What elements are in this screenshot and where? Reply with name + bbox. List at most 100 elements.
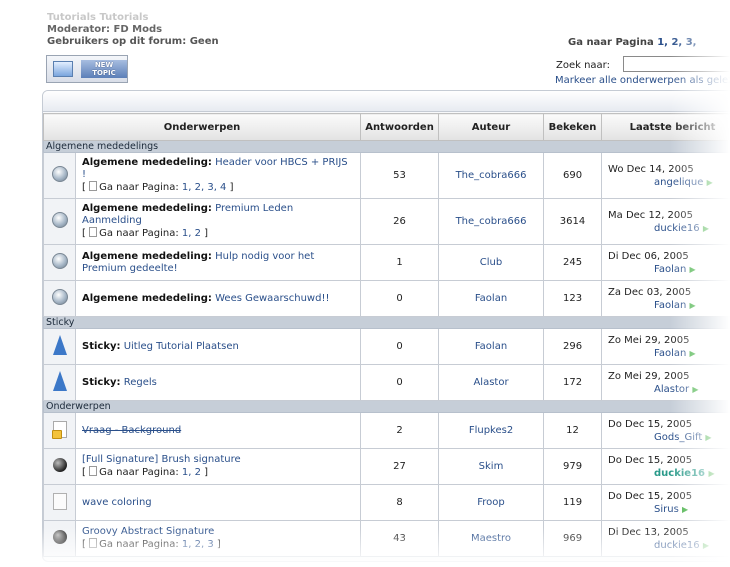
author-link[interactable]: Skim: [438, 448, 545, 485]
last-post-user-name[interactable]: Sirus: [654, 504, 679, 515]
last-post-user[interactable]: Faolan ▶: [608, 347, 730, 360]
announcement-globe-icon: [51, 166, 68, 182]
last-post-date: Do Dec 15, 2005: [608, 418, 693, 430]
moderator-label: Moderator:: [47, 24, 111, 35]
last-post-user[interactable]: angelique ▶: [608, 176, 730, 189]
goto-prefix: Ga naar Pagina:: [99, 539, 179, 550]
goto-last-post-icon[interactable]: ▶: [690, 301, 696, 310]
goto-last-post-icon[interactable]: ▶: [708, 469, 714, 478]
last-post-date: Do Dec 15, 2005: [608, 454, 693, 466]
author-link[interactable]: Faolan: [438, 280, 545, 317]
goto-last-post-icon[interactable]: ▶: [690, 349, 696, 358]
replies-cell: 53: [360, 152, 440, 199]
replies-cell: 0: [360, 280, 440, 317]
last-post-user[interactable]: Sirus ▶: [608, 503, 730, 516]
topic-page-links[interactable]: 1, 2: [182, 228, 201, 239]
last-post-user-name[interactable]: angelique: [654, 177, 703, 188]
goto-prefix: Ga naar Pagina:: [99, 467, 179, 478]
author-link[interactable]: Club: [438, 244, 545, 281]
views-cell: 12: [543, 412, 603, 449]
topic-cell: Vraag - Background: [74, 412, 362, 449]
last-post-cell: Do Dec 15, 2005 Sirus ▶: [601, 484, 730, 521]
moderator-link[interactable]: FD Mods: [114, 24, 163, 35]
topic-prefix: Algemene mededeling:: [82, 157, 212, 168]
topic-page-links[interactable]: 1, 2: [182, 467, 201, 478]
section-label: Algemene mededelings: [42, 140, 730, 153]
last-post-user[interactable]: Faolan ▶: [608, 299, 730, 312]
goto-last-post-icon[interactable]: ▶: [703, 224, 709, 233]
topic-pages: [ Ga naar Pagina: 1, 2, 3 ]: [82, 538, 221, 550]
last-post-user[interactable]: duckie16 ▶: [608, 539, 730, 552]
announcement-globe-icon: [51, 212, 68, 228]
last-post-user-name[interactable]: duckie16: [654, 468, 705, 479]
topic-prefix: Algemene mededeling:: [82, 250, 212, 262]
goto-label: Ga naar Pagina: [568, 37, 654, 48]
topic-pages: [ Ga naar Pagina: 1, 2 ]: [82, 227, 209, 239]
topic-link[interactable]: Vraag - Background: [82, 425, 181, 436]
topic-link[interactable]: Uitleg Tutorial Plaatsen: [124, 341, 239, 352]
topic-cell: Algemene mededeling: Wees Gewaarschuwd!!: [74, 280, 362, 317]
page-link-3[interactable]: 3,: [686, 37, 697, 48]
column-last-post: Laatste bericht: [601, 113, 730, 141]
new-topic-button[interactable]: NEW TOPIC: [46, 55, 128, 83]
goto-prefix: Ga naar Pagina:: [99, 228, 179, 239]
topic-cell: Algemene mededeling: Premium Leden Aanme…: [74, 198, 362, 245]
table-row: Algemene mededeling: Header voor HBCS + …: [43, 152, 730, 199]
last-post-user-name[interactable]: Faolan: [654, 348, 686, 359]
breadcrumb[interactable]: Tutorials Tutorials: [47, 12, 219, 24]
sticky-icon: [52, 371, 67, 391]
last-post-cell: Do Dec 15, 2005 duckie16 ▶: [601, 448, 730, 485]
goto-last-post-icon[interactable]: ▶: [682, 505, 688, 514]
last-post-user-name[interactable]: Faolan: [654, 264, 686, 275]
views-cell: 690: [543, 152, 603, 199]
author-link[interactable]: Alastor: [438, 364, 545, 401]
last-post-user[interactable]: duckie16 ▶: [608, 467, 730, 480]
author-link[interactable]: Flupkes2: [438, 412, 545, 449]
last-post-user-name[interactable]: duckie16: [654, 540, 700, 551]
topic-prefix: Algemene mededeling:: [82, 292, 212, 304]
row-icon-cell: [43, 364, 76, 401]
section-label: Sticky: [42, 316, 730, 329]
author-link[interactable]: The_cobra666: [438, 198, 545, 245]
last-post-user-name[interactable]: Alastor: [654, 384, 689, 395]
table-row: [Full Signature] Brush signature [ Ga na…: [43, 448, 730, 485]
last-post-user[interactable]: Alastor ▶: [608, 383, 730, 396]
last-post-user[interactable]: Faolan ▶: [608, 263, 730, 276]
topic-link[interactable]: Groovy Abstract Signature: [82, 526, 214, 537]
last-post-date: Ma Dec 12, 2005: [608, 209, 694, 221]
author-link[interactable]: Faolan: [438, 328, 545, 365]
topic-link[interactable]: [Full Signature] Brush signature: [82, 454, 241, 465]
users-line: Gebruikers op dit forum: Geen: [47, 36, 219, 48]
topic-link[interactable]: Wees Gewaarschuwd!!: [215, 293, 329, 304]
author-link[interactable]: Maestro: [438, 520, 545, 557]
last-post-date: Do Dec 15, 2005: [608, 490, 693, 502]
last-post-user-name[interactable]: Gods_Gift: [654, 432, 702, 443]
search-input[interactable]: [623, 56, 730, 72]
topic-page-links[interactable]: 1, 2, 3: [182, 539, 214, 550]
author-link[interactable]: The_cobra666: [438, 152, 545, 199]
column-views: Bekeken: [543, 113, 603, 141]
last-post-user[interactable]: Gods_Gift ▶: [608, 431, 730, 444]
row-icon-cell: [43, 520, 76, 557]
topic-page-links[interactable]: 1, 2, 3, 4: [182, 182, 227, 193]
goto-last-post-icon[interactable]: ▶: [692, 385, 698, 394]
mark-all-read-link[interactable]: Markeer alle onderwerpen als gelezen: [555, 75, 730, 86]
last-post-user-name[interactable]: duckie16: [654, 223, 700, 234]
page-link-2[interactable]: 2,: [671, 37, 682, 48]
goto-last-post-icon[interactable]: ▶: [705, 433, 711, 442]
page-link-1[interactable]: 1,: [657, 37, 668, 48]
last-post-user[interactable]: duckie16 ▶: [608, 222, 730, 235]
views-cell: 969: [543, 520, 603, 557]
last-post-user-name[interactable]: Faolan: [654, 300, 686, 311]
goto-last-post-icon[interactable]: ▶: [707, 178, 713, 187]
announcement-globe-icon: [51, 253, 68, 269]
topic-link[interactable]: Regels: [124, 377, 157, 388]
moderator-line: Moderator: FD Mods: [47, 24, 219, 36]
users-label: Gebruikers op dit forum:: [47, 36, 187, 47]
author-link[interactable]: Froop: [438, 484, 545, 521]
goto-last-post-icon[interactable]: ▶: [690, 265, 696, 274]
row-icon-cell: [43, 198, 76, 245]
topic-link[interactable]: wave coloring: [82, 497, 152, 508]
topic-prefix: Algemene mededeling:: [82, 203, 212, 214]
goto-last-post-icon[interactable]: ▶: [703, 541, 709, 550]
